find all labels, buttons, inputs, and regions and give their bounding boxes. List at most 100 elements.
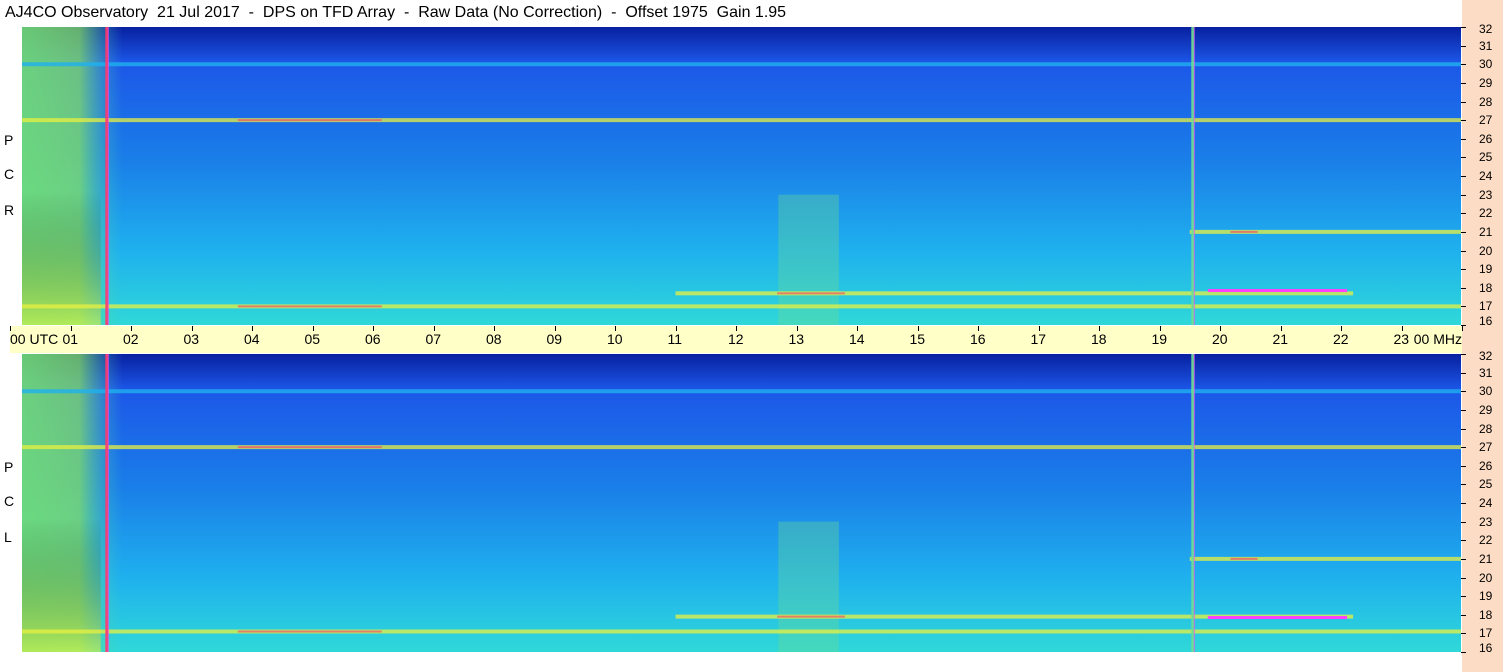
hot-streak-magenta [1207,616,1348,620]
freq-tick [1461,372,1466,374]
freq-label-21: 21 [1479,551,1493,566]
freq-tick [1461,503,1466,504]
time-label-24: 00 MHz [1413,331,1462,347]
freq-label-19: 19 [1479,589,1493,604]
time-label-4: 04 [244,331,260,347]
freq-label-29: 29 [1479,402,1493,417]
time-label-12: 12 [728,331,744,347]
time-label-15: 15 [909,331,926,347]
freq-label-27: 27 [1479,113,1493,128]
vertical-interference-edge [1193,354,1195,652]
freq-tick [1461,465,1466,467]
freq-label-24: 24 [1479,496,1493,510]
freq-tick [1461,409,1466,411]
time-label-2: 02 [123,331,139,347]
time-tick [1462,326,1463,331]
time-label-3: 03 [183,331,200,347]
freq-label-32: 32 [1479,349,1493,363]
time-label-13: 13 [788,331,805,347]
lcp-spectrogram-plot [22,354,1461,652]
freq-label-28: 28 [1479,94,1493,109]
freq-tick [1461,391,1466,393]
freq-tick [1461,213,1466,215]
freq-tick [1461,82,1466,84]
time-label-18: 18 [1091,331,1107,347]
lcp-letter-c: C [4,493,15,509]
freq-tick [1461,45,1466,47]
low-freq-glow [22,354,101,652]
freq-label-19: 19 [1479,262,1493,277]
freq-tick [1461,633,1466,635]
freq-label-17: 17 [1479,626,1493,641]
freq-tick [1461,306,1466,308]
time-label-16: 16 [970,331,986,347]
freq-label-23: 23 [1479,187,1493,202]
freq-label-22: 22 [1479,533,1493,548]
freq-tick [1461,354,1466,355]
freq-label-28: 28 [1479,421,1493,436]
freq-label-26: 26 [1479,458,1493,473]
freq-tick [1461,64,1466,66]
band-hotspot [1230,230,1258,233]
freq-tick [1461,484,1466,486]
freq-label-30: 30 [1479,384,1493,399]
vertical-interference-edge [107,27,109,325]
freq-label-27: 27 [1479,440,1493,455]
freq-label-31: 31 [1479,38,1493,53]
band-30mhz [22,62,1461,67]
freq-label-16: 16 [1479,314,1493,328]
lcp-letter-p: P [4,459,14,475]
time-label-14: 14 [849,331,865,347]
freq-label-31: 31 [1479,365,1493,380]
time-label-22: 22 [1333,331,1349,347]
freq-label-22: 22 [1479,206,1493,221]
freq-tick [1461,652,1466,653]
freq-tick [1461,138,1466,140]
early-utc-glow [22,27,1461,325]
freq-tick [1461,157,1466,159]
freq-tick [1461,287,1466,289]
band-hotspot [237,119,382,122]
band-hotspot [237,305,382,308]
band-30mhz [22,389,1461,394]
time-label-8: 08 [486,331,502,347]
freq-tick [1461,120,1466,122]
time-label-6: 06 [365,331,381,347]
freq-tick [1461,428,1466,430]
freq-label-20: 20 [1479,243,1493,258]
time-label-10: 10 [607,331,623,347]
band-hotspot [1230,557,1258,560]
freq-label-23: 23 [1479,514,1493,529]
freq-tick [1461,596,1466,598]
freq-label-25: 25 [1479,477,1493,492]
time-label-20: 20 [1212,331,1228,347]
hot-streak-magenta [1207,289,1348,293]
freq-tick [1461,231,1466,233]
rcp-spectrogram [22,27,1461,325]
vertical-interference-edge [1193,27,1195,325]
early-utc-glow [22,354,1461,652]
vertical-interference-edge [107,354,109,652]
rcp-letter-r: R [4,202,15,218]
freq-tick [1461,614,1466,616]
lcp-spectrogram [22,354,1461,652]
rcp-spectrogram-plot [22,27,1461,325]
time-label-0: 00 UTC [10,331,59,347]
freq-tick [1461,447,1466,449]
freq-label-21: 21 [1479,224,1493,239]
time-axis: 00 UTC 01 02 03 04 05 06 07 08 09 10 11 12 13 14 15 16 17… [10,326,1463,353]
freq-tick [1461,194,1466,196]
rcp-letter-p: P [4,132,14,148]
band-hotspot [777,615,845,618]
time-label-11: 11 [667,331,683,347]
freq-label-24: 24 [1479,169,1493,183]
time-label-5: 05 [304,331,321,347]
lcp-label: L C P [0,447,20,547]
freq-label-20: 20 [1479,570,1493,585]
freq-label-17: 17 [1479,299,1493,314]
time-label-23: 23 [1393,331,1410,347]
freq-label-30: 30 [1479,57,1493,72]
time-label-7: 07 [425,331,442,347]
lcp-letter-l: L [4,529,12,545]
freq-tick [1461,558,1466,560]
